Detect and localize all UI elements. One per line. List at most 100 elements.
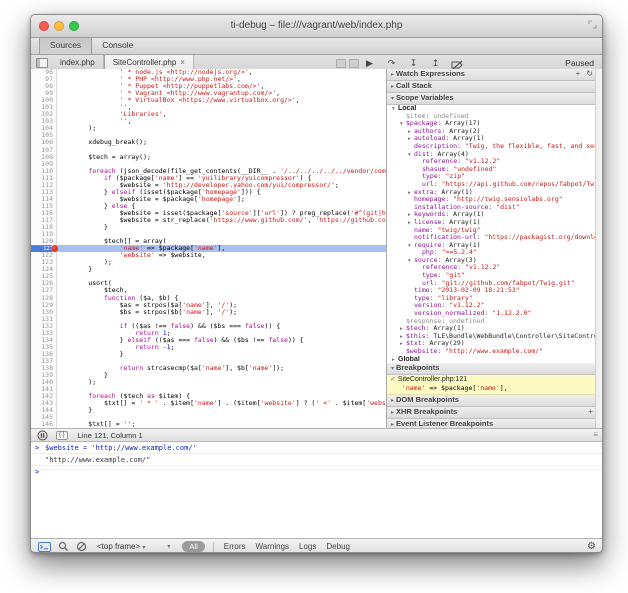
scope-variable-row[interactable]: ▸keywords: Array(1) <box>387 211 603 219</box>
show-navigator-icon[interactable] <box>36 58 48 68</box>
code-line[interactable]: } <box>57 224 386 231</box>
close-tab-icon[interactable]: × <box>180 58 185 67</box>
scope-variable-row[interactable]: $item: undefined <box>387 113 603 121</box>
fullscreen-icon[interactable] <box>588 20 597 29</box>
code-line[interactable]: $txt[] = ' * ' . $item['name'] . ($item[… <box>57 400 386 407</box>
code-line[interactable]: } <box>57 266 386 273</box>
line-number[interactable]: 146 <box>31 421 56 428</box>
scope-variable-row[interactable]: php: ">=5.2.4" <box>387 249 603 257</box>
scope-variable-row[interactable]: ▾source: Array(3) <box>387 257 603 265</box>
scope-variable-row[interactable]: ▸$txt: Array(29) <box>387 340 603 348</box>
scope-variable-row[interactable]: url: "https://api.github.com/repos/fabpo… <box>387 181 603 189</box>
section-event-listener-breakpoints[interactable]: ▸Event Listener Breakpoints <box>387 419 603 428</box>
scope-variable-row[interactable]: ▸$this: TLE\Bundle\WebBundle\Controller\… <box>387 333 603 341</box>
scope-variable-row[interactable]: ▾require: Array(1) <box>387 242 603 250</box>
scope-variable-row[interactable]: type: "git" <box>387 272 603 280</box>
line-number[interactable]: 120 <box>31 238 56 245</box>
code-line[interactable]: ); <box>57 125 386 132</box>
code-line[interactable]: ); <box>57 379 386 386</box>
pause-on-exceptions-icon[interactable] <box>37 430 48 441</box>
code-area[interactable]: ' * node.js <http://nodejs.org/>', ' * P… <box>57 69 386 428</box>
scope-variable-row[interactable]: homepage: "http://twig.sensiolabs.org" <box>387 196 603 204</box>
scope-variable-row[interactable]: reference: "v1.12.2" <box>387 264 603 272</box>
minimize-window-icon[interactable] <box>54 21 64 31</box>
code-editor[interactable]: 9697989910010110210310410510610710810911… <box>31 69 386 428</box>
close-window-icon[interactable] <box>39 21 49 31</box>
refresh-watch-icon[interactable]: ↻ <box>586 69 593 78</box>
code-line[interactable]: } <box>57 372 386 379</box>
scope-variable-row[interactable]: ▾$package: Array(17) <box>387 120 603 128</box>
code-line[interactable]: } <box>57 407 386 414</box>
scope-variable-row[interactable]: description: "Twig, the flexible, fast, … <box>387 143 603 151</box>
code-line[interactable]: xdebug_break(); <box>57 139 386 146</box>
tab-console[interactable]: Console <box>92 38 143 54</box>
variable-name: url <box>422 280 434 287</box>
pretty-print-button[interactable]: { } <box>56 431 68 440</box>
panel-toggle-icon[interactable] <box>336 59 346 68</box>
code-line[interactable]: ); <box>57 259 386 266</box>
scope-variable-row[interactable]: version: "v1.12.2" <box>387 302 603 310</box>
scope-variable-row[interactable]: installation-source: "dist" <box>387 204 603 212</box>
scope-variable-row[interactable]: $response: undefined <box>387 318 603 326</box>
breakpoint-checkbox[interactable]: ✓ <box>390 376 396 383</box>
section-scope-variables[interactable]: ▾Scope Variables <box>387 93 603 105</box>
panel-toggle-icon[interactable] <box>349 59 359 68</box>
filter-dropdown-icon[interactable]: ▾ <box>167 543 170 550</box>
filter-errors[interactable]: Errors <box>224 542 246 551</box>
console-panel[interactable]: > $website = 'http://www.example.com/' "… <box>31 442 603 538</box>
section-call-stack[interactable]: ▸Call Stack <box>387 81 603 93</box>
toggle-breakpoints-icon[interactable] <box>451 60 464 70</box>
scope-variable-row[interactable]: name: "twig/twig" <box>387 227 603 235</box>
scope-variable-row[interactable]: url: "git://github.com/fabpot/Twig.git" <box>387 280 603 288</box>
filter-warnings[interactable]: Warnings <box>256 542 290 551</box>
scope-variable-row[interactable]: ▸$tech: Array(1) <box>387 325 603 333</box>
section-xhr-breakpoints[interactable]: ▸XHR Breakpoints + <box>387 407 603 419</box>
add-watch-icon[interactable]: + <box>576 69 581 78</box>
scope-variable-row[interactable]: type: "library" <box>387 295 603 303</box>
scope-variable-row[interactable]: ▾Local <box>387 105 603 113</box>
filter-all[interactable]: All <box>182 541 204 552</box>
search-icon[interactable] <box>58 541 69 552</box>
code-line[interactable]: } <box>57 351 386 358</box>
settings-gear-icon[interactable]: ⚙ <box>587 539 596 553</box>
scope-variable-row[interactable]: notification-url: "https://packagist.org… <box>387 234 603 242</box>
scope-variable-row[interactable]: reference: "v1.12.2" <box>387 158 603 166</box>
filter-logs[interactable]: Logs <box>299 542 316 551</box>
scope-variable-row[interactable]: shasum: "undefined" <box>387 166 603 174</box>
zoom-window-icon[interactable] <box>69 21 79 31</box>
filter-debug[interactable]: Debug <box>326 542 350 551</box>
variable-value: Array(1) <box>453 211 484 218</box>
scope-variable-row[interactable]: ▸license: Array(1) <box>387 219 603 227</box>
scope-variable-row[interactable]: ▾dist: Array(4) <box>387 151 603 159</box>
sidebar-scrollbar[interactable] <box>595 69 603 428</box>
code-line[interactable]: $bs = strpos($b['name'], '/'); <box>57 309 386 316</box>
clear-console-icon[interactable] <box>76 541 87 552</box>
tab-sources[interactable]: Sources <box>39 38 92 54</box>
add-xhr-breakpoint-icon[interactable]: + <box>588 407 593 416</box>
section-breakpoints[interactable]: ▾Breakpoints <box>387 363 603 375</box>
frame-selector-dropdown[interactable]: <top frame> ▾ <box>97 542 145 551</box>
resize-grip-icon[interactable]: ≡ <box>593 429 598 441</box>
variable-value: Array(3) <box>445 257 476 264</box>
code-line[interactable]: '', <box>57 118 386 125</box>
code-line[interactable]: $txt[] = ''; <box>57 421 386 428</box>
variable-name: type <box>422 173 438 180</box>
scope-variable-row[interactable]: ▸authors: Array(2) <box>387 128 603 136</box>
show-console-icon[interactable] <box>38 542 51 552</box>
breakpoint-list-item[interactable]: ✓SiteController.php:121 'name' => $packa… <box>387 375 603 395</box>
scope-variable-row[interactable]: ▸autoload: Array(1) <box>387 135 603 143</box>
scope-variable-row[interactable]: $website: "http://www.example.com/" <box>387 348 603 356</box>
line-number-gutter[interactable]: 9697989910010110210310410510610710810911… <box>31 69 57 428</box>
section-dom-breakpoints[interactable]: ▸DOM Breakpoints <box>387 395 603 407</box>
scope-variable-row[interactable]: version_normalized: "1.12.2.0" <box>387 310 603 318</box>
code-line[interactable]: $tech = array(); <box>57 154 386 161</box>
breakpoint-marker[interactable]: 121 <box>31 245 56 252</box>
scope-variable-row[interactable]: type: "zip" <box>387 173 603 181</box>
scope-variable-row[interactable]: ▸extra: Array(1) <box>387 189 603 197</box>
console-prompt-line[interactable]: > <box>31 466 603 470</box>
section-watch-expressions[interactable]: ▸Watch Expressions +↻ <box>387 69 603 81</box>
scope-variable-row[interactable]: time: "2013-02-09 18:21:53" <box>387 287 603 295</box>
variable-value: "1.12.2.0" <box>492 310 531 317</box>
variable-name: $tech <box>406 325 426 332</box>
scope-variable-row[interactable]: ▸Global <box>387 356 603 364</box>
